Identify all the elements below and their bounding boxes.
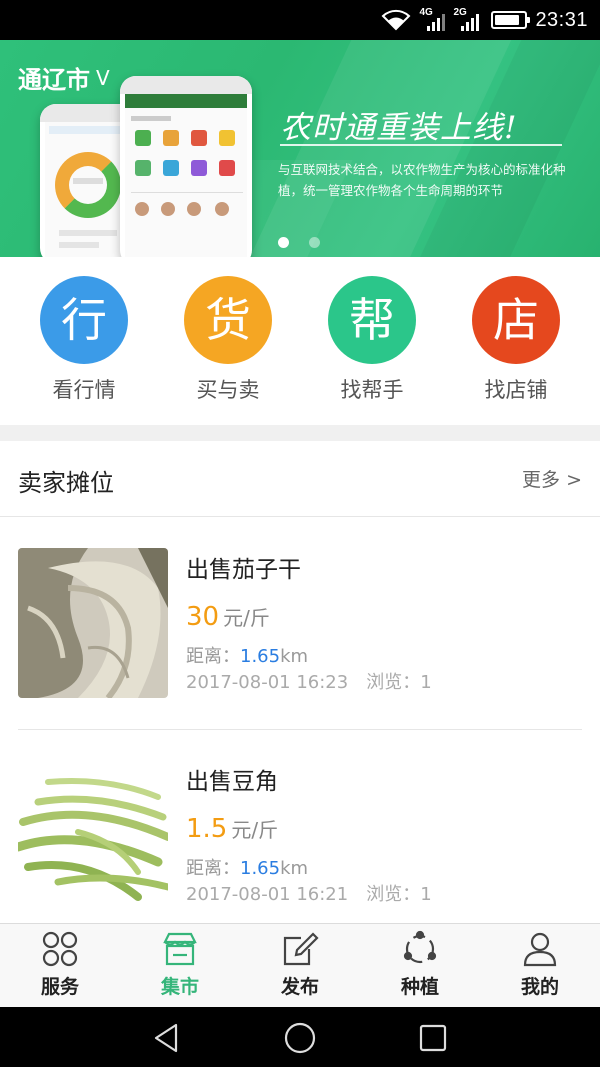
section-divider (0, 425, 600, 441)
goods-icon: 货 (184, 276, 272, 364)
listing-title: 出售茄子干 (186, 557, 301, 583)
nav-label: 集市 (160, 976, 199, 998)
listing-datetime: 2017-08-01 16:21 (186, 884, 349, 905)
views-label: 浏览： (366, 884, 421, 905)
listing-title: 出售豆角 (186, 769, 278, 795)
nav-market[interactable]: 集市 (120, 930, 240, 999)
nav-label: 发布 (280, 976, 319, 998)
category-market-quotes[interactable]: 行 看行情 (24, 276, 144, 404)
category-buy-sell[interactable]: 货 买与卖 (168, 276, 288, 404)
category-label: 看行情 (52, 378, 116, 402)
system-navigation-bar (0, 1007, 600, 1067)
listing-item[interactable]: 出售茄子干 30 元/斤 距离：1.65km 2017-08-01 16:23 浏览… (0, 518, 600, 698)
views-count: 1 (420, 884, 432, 905)
cycle-icon (403, 930, 437, 964)
views-count: 1 (420, 672, 432, 693)
listing-price: 30 元/斤 (186, 602, 270, 632)
listing-distance: 距离：1.65km (186, 642, 308, 668)
banner-slogan: 与互联网技术结合，以农作物生产为核心的标准化种植，统一管理农作物各个生命周期的环… (278, 162, 566, 198)
category-shortcuts: 行 看行情 货 买与卖 帮 找帮手 店 找店铺 (0, 257, 600, 425)
category-label: 买与卖 (196, 378, 260, 402)
distance-unit: km (280, 858, 309, 879)
listing-distance: 距离：1.65km (186, 854, 308, 880)
signal-4g-icon: 4G (419, 7, 446, 31)
section-title: 卖家摊位 (18, 469, 114, 497)
price-unit: 元/斤 (223, 606, 270, 630)
phone-mockup-front (120, 76, 252, 257)
category-label: 找帮手 (340, 378, 404, 402)
clock: 23:31 (535, 8, 588, 31)
promo-banner[interactable]: 通辽市 V 农时通重装上线! 与互联网技术结合，以农作物生产为核心的标准化种植，… (0, 40, 600, 257)
nav-services[interactable]: 服务 (0, 930, 120, 999)
distance-unit: km (280, 646, 309, 667)
market-quotes-icon: 行 (40, 276, 128, 364)
back-icon[interactable] (150, 1021, 184, 1055)
product-image (18, 548, 168, 698)
battery-icon (491, 11, 531, 29)
person-icon (523, 932, 557, 967)
city-name: 通辽市 (18, 66, 90, 94)
category-find-helper[interactable]: 帮 找帮手 (312, 276, 432, 404)
signal-2g-icon: 2G (453, 7, 480, 31)
category-find-shop[interactable]: 店 找店铺 (456, 276, 576, 404)
city-selector[interactable]: 通辽市 V (18, 60, 110, 95)
distance-value: 1.65 (240, 646, 281, 667)
bottom-navigation: 服务 集市 发布 种植 我的 (0, 923, 600, 1007)
nav-publish[interactable]: 发布 (240, 930, 360, 999)
nav-label: 种植 (400, 976, 439, 998)
distance-label: 距离： (186, 646, 240, 667)
price-value: 1.5 (186, 814, 228, 844)
carousel-indicator (278, 237, 320, 248)
distance-value: 1.65 (240, 858, 281, 879)
recents-icon[interactable] (416, 1021, 450, 1055)
nav-label: 我的 (520, 976, 559, 998)
listing-price: 1.5 元/斤 (186, 814, 278, 844)
market-stall-icon (163, 932, 197, 966)
status-bar: 4G 2G 23:31 (0, 0, 600, 40)
price-value: 30 (186, 602, 220, 632)
carousel-dot (309, 237, 320, 248)
banner-headline: 农时通重装上线! (280, 110, 518, 146)
listing-meta: 2017-08-01 16:21 浏览：1 (186, 880, 432, 906)
nav-planting[interactable]: 种植 (360, 930, 480, 999)
price-unit: 元/斤 (231, 818, 279, 842)
listing-item[interactable]: 出售豆角 1.5 元/斤 距离：1.65km 2017-08-01 16:21 浏览… (0, 730, 600, 923)
listing-meta: 2017-08-01 16:23 浏览：1 (186, 668, 432, 694)
product-image (18, 762, 168, 912)
nav-label: 服务 (40, 976, 79, 998)
shop-icon: 店 (472, 276, 560, 364)
listing-datetime: 2017-08-01 16:23 (186, 672, 349, 693)
grid-icon (42, 931, 78, 967)
distance-label: 距离： (186, 858, 240, 879)
edit-icon (283, 932, 319, 966)
more-link[interactable]: 更多 > (522, 465, 582, 492)
helper-icon: 帮 (328, 276, 416, 364)
nav-profile[interactable]: 我的 (480, 930, 600, 999)
views-label: 浏览： (366, 672, 421, 693)
category-label: 找店铺 (484, 378, 548, 402)
wifi-icon (381, 9, 411, 31)
chevron-down-icon: V (96, 65, 110, 90)
carousel-dot-active (278, 237, 289, 248)
seller-stalls-header: 卖家摊位 更多 > (0, 441, 600, 517)
headline-underline (280, 144, 562, 146)
home-icon[interactable] (283, 1021, 317, 1055)
